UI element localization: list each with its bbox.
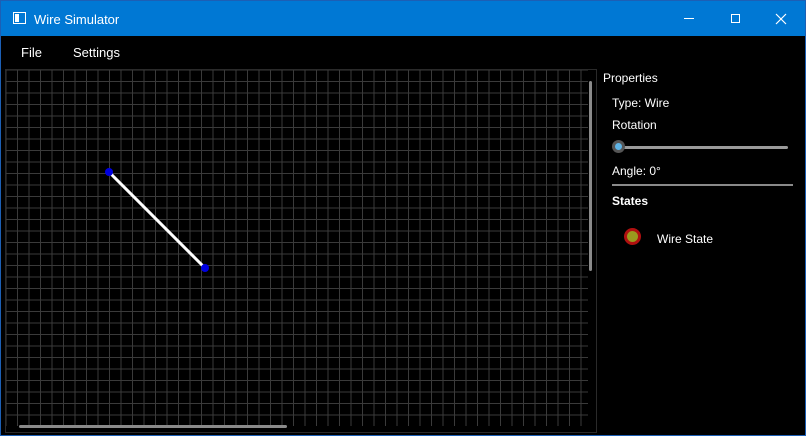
wire-end-endpoint[interactable] <box>201 264 209 272</box>
app-window: Wire Simulator File Settings Properties … <box>0 0 806 436</box>
title-bar[interactable]: Wire Simulator <box>1 1 805 36</box>
canvas-grid <box>6 70 588 426</box>
maximize-icon <box>730 14 740 23</box>
vertical-scrollbar[interactable] <box>589 81 592 271</box>
menu-bar: File Settings <box>1 36 805 68</box>
maximize-button[interactable] <box>712 1 758 36</box>
close-icon <box>775 13 787 24</box>
wire-state-label: Wire State <box>657 232 714 246</box>
close-button[interactable] <box>758 1 804 36</box>
window-title: Wire Simulator <box>34 12 120 27</box>
states-title: States <box>612 194 649 208</box>
minimize-icon <box>684 18 694 19</box>
type-label: Type: Wire <box>612 96 670 110</box>
properties-title: Properties <box>603 71 658 85</box>
wire-state-indicator-icon <box>624 228 641 245</box>
rotation-label: Rotation <box>612 118 657 132</box>
rotation-slider[interactable] <box>612 139 790 155</box>
rotation-slider-thumb[interactable] <box>612 140 625 153</box>
horizontal-scrollbar[interactable] <box>19 425 287 428</box>
minimize-button[interactable] <box>666 1 712 36</box>
wire-start-endpoint[interactable] <box>105 168 113 176</box>
divider <box>612 184 793 186</box>
menu-file[interactable]: File <box>21 45 42 61</box>
app-window-icon <box>13 12 26 24</box>
wire-canvas[interactable] <box>5 69 597 433</box>
angle-label: Angle: 0° <box>612 164 661 178</box>
rotation-slider-track[interactable] <box>618 146 788 149</box>
properties-panel: Properties Type: Wire Rotation Angle: 0°… <box>598 69 802 433</box>
menu-settings[interactable]: Settings <box>73 45 120 61</box>
